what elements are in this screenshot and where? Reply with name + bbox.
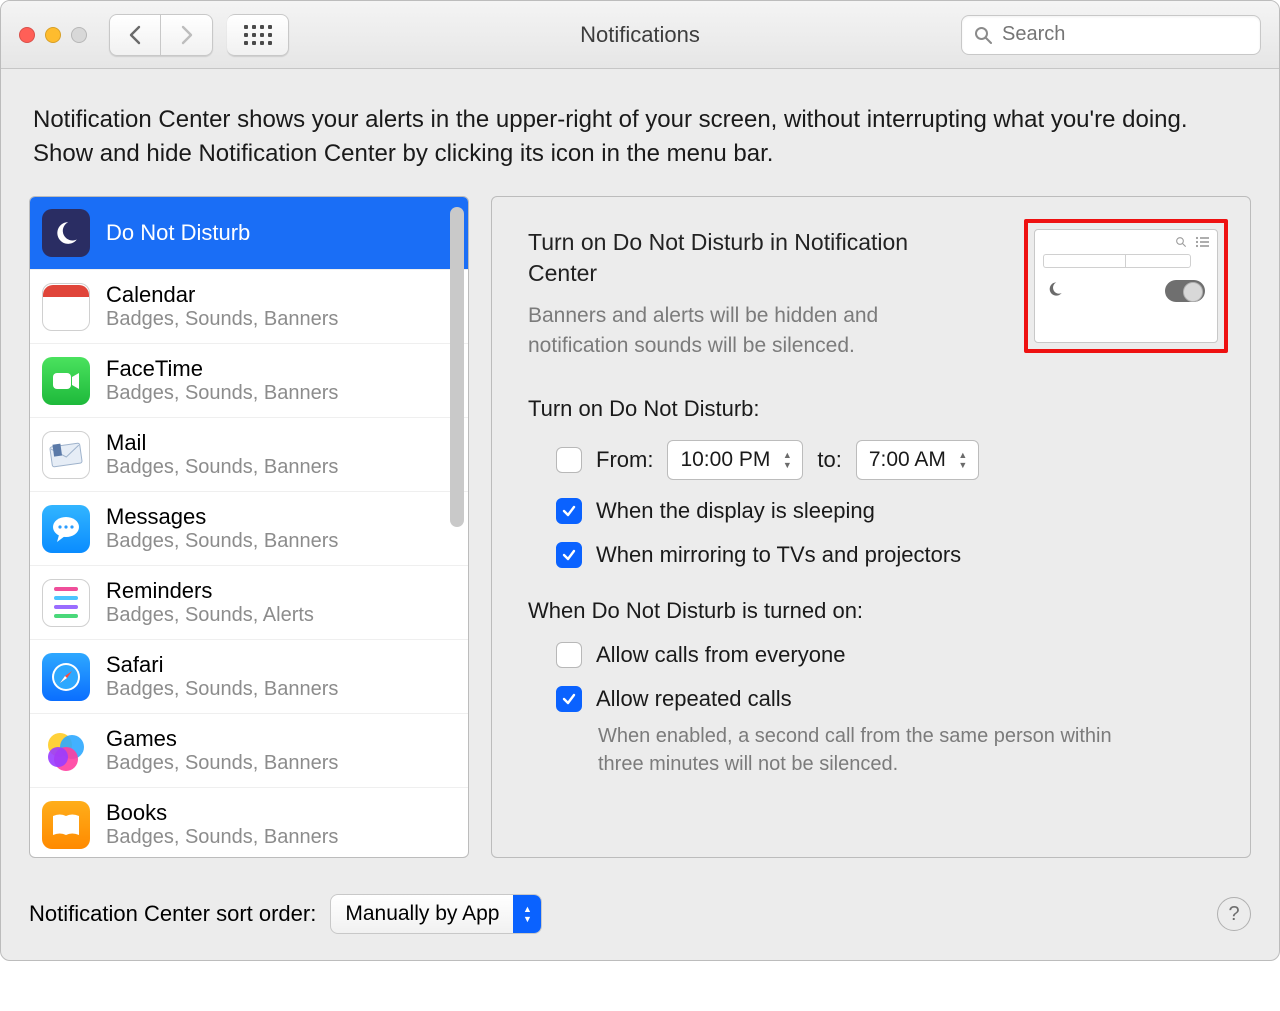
sidebar-item-books[interactable]: Books Badges, Sounds, Banners xyxy=(30,788,468,857)
detail-panel: Turn on Do Not Disturb in Notification C… xyxy=(491,196,1251,858)
footer: Notification Center sort order: Manually… xyxy=(1,874,1279,960)
close-button[interactable] xyxy=(19,27,35,43)
sidebar-item-sub: Badges, Sounds, Banners xyxy=(106,382,338,405)
sidebar-item-safari[interactable]: Safari Badges, Sounds, Banners xyxy=(30,640,468,714)
search-icon xyxy=(1175,236,1187,248)
mirroring-label: When mirroring to TVs and projectors xyxy=(596,542,961,568)
display-sleeping-label: When the display is sleeping xyxy=(596,498,875,524)
mirroring-checkbox[interactable] xyxy=(556,542,582,568)
from-checkbox[interactable] xyxy=(556,447,582,473)
sidebar-item-label: Messages xyxy=(106,504,338,530)
sidebar-item-label: Safari xyxy=(106,652,338,678)
nav-back-forward xyxy=(109,14,213,56)
window-controls xyxy=(19,27,87,43)
select-arrows-icon: ▲▼ xyxy=(513,895,541,933)
sidebar-item-sub: Badges, Sounds, Banners xyxy=(106,826,338,849)
allow-repeated-label: Allow repeated calls xyxy=(596,686,792,712)
sidebar-item-sub: Badges, Sounds, Banners xyxy=(106,678,338,701)
sidebar-item-do-not-disturb[interactable]: Do Not Disturb xyxy=(30,197,468,270)
repeated-calls-hint: When enabled, a second call from the sam… xyxy=(598,722,1158,778)
messages-icon xyxy=(42,505,90,553)
back-button[interactable] xyxy=(109,14,161,56)
books-icon xyxy=(42,801,90,849)
sort-order-value: Manually by App xyxy=(331,902,513,926)
pane-description: Notification Center shows your alerts in… xyxy=(33,103,1247,170)
from-time-value: 10:00 PM xyxy=(680,448,770,472)
display-sleeping-checkbox[interactable] xyxy=(556,498,582,524)
sidebar-item-facetime[interactable]: FaceTime Badges, Sounds, Banners xyxy=(30,344,468,418)
sort-order-label: Notification Center sort order: xyxy=(29,901,316,927)
show-all-button[interactable] xyxy=(227,14,289,56)
sidebar-item-reminders[interactable]: Reminders Badges, Sounds, Alerts xyxy=(30,566,468,640)
search-icon xyxy=(974,26,992,44)
preview-toggle xyxy=(1165,280,1205,302)
apps-grid-icon xyxy=(244,25,272,45)
sidebar-item-sub: Badges, Sounds, Banners xyxy=(106,308,338,331)
content: Notification Center shows your alerts in… xyxy=(1,69,1279,874)
sidebar-item-label: Calendar xyxy=(106,282,338,308)
moon-icon xyxy=(1047,281,1063,302)
sidebar-item-label: FaceTime xyxy=(106,356,338,382)
sidebar-item-label: Do Not Disturb xyxy=(106,220,250,246)
sidebar-item-label: Books xyxy=(106,800,338,826)
allow-repeated-checkbox[interactable] xyxy=(556,686,582,712)
sidebar-item-label: Mail xyxy=(106,430,338,456)
detail-subheading: Banners and alerts will be hidden and no… xyxy=(528,301,968,360)
calendar-icon: 17 xyxy=(42,283,90,331)
to-time-value: 7:00 AM xyxy=(869,448,946,472)
list-icon xyxy=(1195,236,1209,248)
from-time-field[interactable]: 10:00 PM ▲▼ xyxy=(667,440,803,480)
preferences-window: Notifications Notification Center shows … xyxy=(0,0,1280,961)
to-time-field[interactable]: 7:00 AM ▲▼ xyxy=(856,440,979,480)
help-button[interactable]: ? xyxy=(1217,897,1251,931)
to-label: to: xyxy=(817,447,841,473)
sidebar-item-calendar[interactable]: 17 Calendar Badges, Sounds, Banners xyxy=(30,270,468,344)
sidebar-item-mail[interactable]: Mail Badges, Sounds, Banners xyxy=(30,418,468,492)
when-on-section-label: When Do Not Disturb is turned on: xyxy=(528,598,1220,624)
stepper-icon[interactable]: ▲▼ xyxy=(952,451,974,470)
sidebar-item-sub: Badges, Sounds, Banners xyxy=(106,752,338,775)
facetime-icon xyxy=(42,357,90,405)
reminders-icon xyxy=(42,579,90,627)
sidebar-item-messages[interactable]: Messages Badges, Sounds, Banners xyxy=(30,492,468,566)
sidebar-item-label: Games xyxy=(106,726,338,752)
allow-everyone-label: Allow calls from everyone xyxy=(596,642,845,668)
schedule-section-label: Turn on Do Not Disturb: xyxy=(528,396,1220,422)
sidebar-item-label: Reminders xyxy=(106,578,314,604)
forward-button[interactable] xyxy=(161,14,213,56)
sidebar-item-sub: Badges, Sounds, Banners xyxy=(106,456,338,479)
game-center-icon xyxy=(42,727,90,775)
stepper-icon[interactable]: ▲▼ xyxy=(776,451,798,470)
mail-icon xyxy=(42,431,90,479)
chevron-right-icon xyxy=(180,25,194,45)
sidebar-item-games[interactable]: Games Badges, Sounds, Banners xyxy=(30,714,468,788)
sort-order-select[interactable]: Manually by App ▲▼ xyxy=(330,894,542,934)
search-input[interactable] xyxy=(1000,22,1269,47)
zoom-button[interactable] xyxy=(71,27,87,43)
sidebar-item-sub: Badges, Sounds, Alerts xyxy=(106,604,314,627)
minimize-button[interactable] xyxy=(45,27,61,43)
sidebar-item-sub: Badges, Sounds, Banners xyxy=(106,530,338,553)
safari-icon xyxy=(42,653,90,701)
moon-icon xyxy=(42,209,90,257)
show-all-button-wrap xyxy=(227,14,289,56)
search-field[interactable] xyxy=(961,15,1261,55)
preview-callout xyxy=(1024,219,1228,353)
detail-heading: Turn on Do Not Disturb in Notification C… xyxy=(528,227,948,289)
from-label: From: xyxy=(596,447,653,473)
app-sidebar: Do Not Disturb 17 Calendar Badges, Sound… xyxy=(29,196,469,858)
chevron-left-icon xyxy=(128,25,142,45)
toolbar: Notifications xyxy=(1,1,1279,69)
allow-everyone-checkbox[interactable] xyxy=(556,642,582,668)
